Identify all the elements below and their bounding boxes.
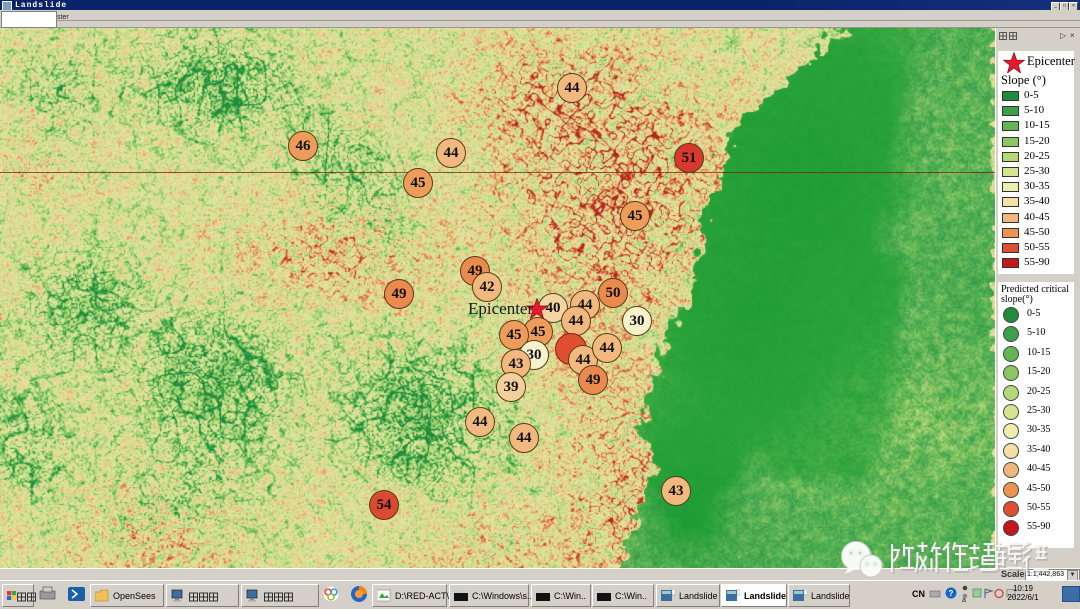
svg-text:?: ?: [949, 589, 954, 598]
svg-text:a: a: [962, 597, 966, 602]
